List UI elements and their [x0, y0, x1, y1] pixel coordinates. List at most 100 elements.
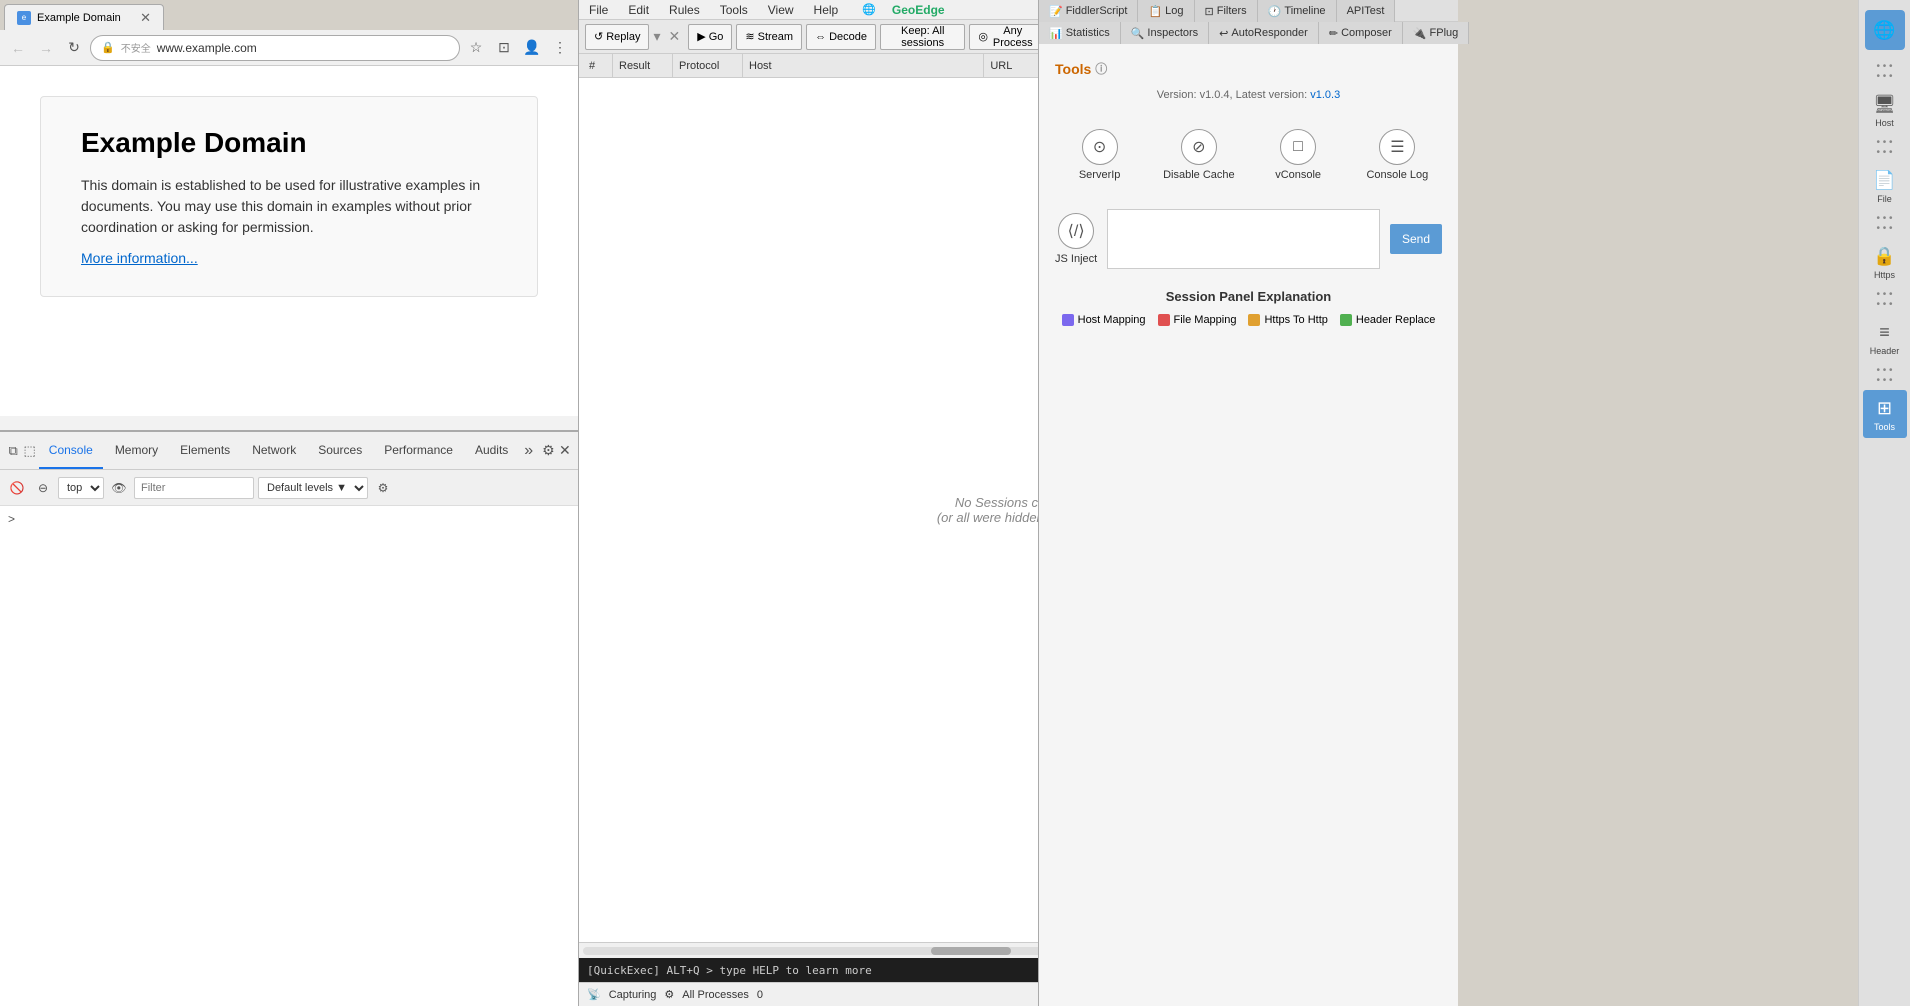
- lock-icon: 🔒: [101, 41, 115, 54]
- js-inject-label: JS Inject: [1055, 253, 1097, 265]
- replay-icon: ↺: [594, 30, 603, 43]
- geoedge-label: GeoEdge: [888, 3, 949, 17]
- console-log-label: Console Log: [1366, 169, 1428, 181]
- tab-close-button[interactable]: ✕: [140, 10, 151, 26]
- tab-fplug[interactable]: 🔌 FPlug: [1403, 22, 1469, 44]
- console-toolbar: 🚫 ⊖ top 👁 Default levels ▼ ⚙: [0, 470, 578, 506]
- console-eye-button[interactable]: 👁: [108, 477, 130, 499]
- replay-dropdown[interactable]: ▾: [653, 28, 660, 45]
- header-replace-dot: [1340, 314, 1352, 326]
- decode-button[interactable]: ⇔ Decode: [806, 24, 876, 50]
- legend-https-to-http: Https To Http: [1248, 314, 1327, 326]
- js-inject-textarea[interactable]: [1107, 209, 1380, 269]
- devtools-dock-button[interactable]: ⧉: [6, 439, 20, 463]
- scrollbar-thumb[interactable]: [931, 947, 1011, 955]
- sidebar-logo-icon: 🌐: [1873, 20, 1895, 41]
- any-process-icon: ◎: [978, 30, 988, 43]
- file-icon: 📄: [1873, 168, 1897, 192]
- console-clear-button[interactable]: 🚫: [6, 477, 28, 499]
- go-label: Go: [709, 31, 724, 43]
- sidebar-item-header[interactable]: ≡ Header: [1863, 314, 1907, 362]
- tool-vconsole[interactable]: □ vConsole: [1254, 121, 1343, 189]
- tools-label: Tools: [1055, 61, 1091, 77]
- menu-edit[interactable]: Edit: [624, 3, 653, 17]
- tab-statistics[interactable]: 📊 Statistics: [1039, 22, 1121, 44]
- browser-tab[interactable]: e Example Domain ✕: [4, 4, 164, 30]
- version-link[interactable]: v1.0.3: [1310, 89, 1340, 101]
- tool-serverip[interactable]: ⊙ ServerIp: [1055, 121, 1144, 189]
- tools-content: Tools ⓘ Version: v1.0.4, Latest version:…: [1039, 44, 1458, 1006]
- console-settings-button[interactable]: ⚙: [372, 477, 394, 499]
- more-info-link[interactable]: More information...: [81, 250, 198, 266]
- composer-icon: ✏: [1329, 27, 1338, 40]
- devtools-content: >: [0, 506, 578, 1006]
- host-icon: 🖥: [1873, 92, 1897, 116]
- tab-filters[interactable]: ⊡ Filters: [1195, 0, 1258, 22]
- devtools-settings-button[interactable]: ⚙: [541, 439, 555, 463]
- menu-help[interactable]: Help: [810, 3, 843, 17]
- tab-timeline[interactable]: 🕐 Timeline: [1258, 0, 1337, 22]
- back-button[interactable]: ←: [6, 36, 30, 60]
- log-icon: 📋: [1148, 5, 1162, 18]
- session-panel-explanation: Session Panel Explanation Host Mapping F…: [1055, 289, 1442, 326]
- sidebar-item-file[interactable]: 📄 File: [1863, 162, 1907, 210]
- devtools-tab-bar: ⧉ ⬚ Console Memory Elements Network Sour…: [0, 432, 578, 470]
- tab-autoresponder[interactable]: ↩ AutoResponder: [1209, 22, 1319, 44]
- tab-console[interactable]: Console: [39, 433, 103, 469]
- browser-section: e Example Domain ✕ ← → ↻ 🔒 不安全 www.examp…: [0, 0, 578, 1006]
- forward-button[interactable]: →: [34, 36, 58, 60]
- bookmark-button[interactable]: ☆: [464, 36, 488, 60]
- address-bar[interactable]: 🔒 不安全 www.example.com: [90, 35, 460, 61]
- devtools-inspect-button[interactable]: ⬚: [22, 439, 36, 463]
- menu-rules[interactable]: Rules: [665, 3, 704, 17]
- stream-button[interactable]: ≋ Stream: [736, 24, 802, 50]
- version-info: Version: v1.0.4, Latest version: v1.0.3: [1055, 89, 1442, 101]
- tab-memory[interactable]: Memory: [105, 433, 168, 469]
- replay-button[interactable]: ↺ Replay: [585, 24, 649, 50]
- file-mapping-dot: [1158, 314, 1170, 326]
- tab-audits[interactable]: Audits: [465, 433, 518, 469]
- sidebar-item-tools[interactable]: ⊞ Tools: [1863, 390, 1907, 438]
- menu-view[interactable]: View: [764, 3, 798, 17]
- tools-title: Tools ⓘ: [1055, 60, 1442, 77]
- keep-sessions-button[interactable]: Keep: All sessions: [880, 24, 965, 50]
- tab-network[interactable]: Network: [242, 433, 306, 469]
- autoresponder-icon: ↩: [1219, 27, 1228, 40]
- any-process-button[interactable]: ◎ Any Process: [969, 24, 1043, 50]
- console-block-button[interactable]: ⊖: [32, 477, 54, 499]
- menu-file[interactable]: File: [585, 3, 612, 17]
- go-button[interactable]: ▶ Go: [688, 24, 732, 50]
- js-inject-icon[interactable]: ⟨/⟩: [1058, 213, 1094, 249]
- header-label: Header: [1870, 346, 1900, 356]
- js-inject-send-button[interactable]: Send: [1390, 224, 1442, 254]
- cast-button[interactable]: ⊡: [492, 36, 516, 60]
- account-button[interactable]: 👤: [520, 36, 544, 60]
- filter-input[interactable]: [134, 477, 254, 499]
- tab-apitest[interactable]: APITest: [1337, 0, 1396, 22]
- sidebar-item-https[interactable]: 🔒 Https: [1863, 238, 1907, 286]
- sidebar-item-host[interactable]: 🖥 Host: [1863, 86, 1907, 134]
- session-count: 0: [757, 989, 763, 1001]
- tab-fiddlerscript[interactable]: 📝 FiddlerScript: [1039, 0, 1138, 22]
- menu-tools[interactable]: Tools: [716, 3, 752, 17]
- more-tabs-button[interactable]: »: [520, 442, 537, 460]
- menu-button[interactable]: ⋮: [548, 36, 572, 60]
- host-mapping-dot: [1062, 314, 1074, 326]
- sidebar-dots-2: • • •• • •: [1876, 138, 1892, 158]
- sidebar-logo: 🌐: [1865, 10, 1905, 50]
- tab-composer[interactable]: ✏ Composer: [1319, 22, 1403, 44]
- tab-elements[interactable]: Elements: [170, 433, 240, 469]
- devtools-close-button[interactable]: ✕: [558, 439, 572, 463]
- tool-disable-cache[interactable]: ⊘ Disable Cache: [1154, 121, 1243, 189]
- tab-sources[interactable]: Sources: [308, 433, 372, 469]
- tab-performance[interactable]: Performance: [374, 433, 463, 469]
- tab-inspectors[interactable]: 🔍 Inspectors: [1121, 22, 1209, 44]
- tool-console-log[interactable]: ☰ Console Log: [1353, 121, 1442, 189]
- context-select[interactable]: top: [58, 477, 104, 499]
- stop-button[interactable]: ✕: [665, 28, 685, 45]
- tab-log[interactable]: 📋 Log: [1138, 0, 1194, 22]
- reload-button[interactable]: ↻: [62, 36, 86, 60]
- serverip-label: ServerIp: [1079, 169, 1121, 181]
- level-select[interactable]: Default levels ▼: [258, 477, 368, 499]
- fplug-icon: 🔌: [1413, 27, 1427, 40]
